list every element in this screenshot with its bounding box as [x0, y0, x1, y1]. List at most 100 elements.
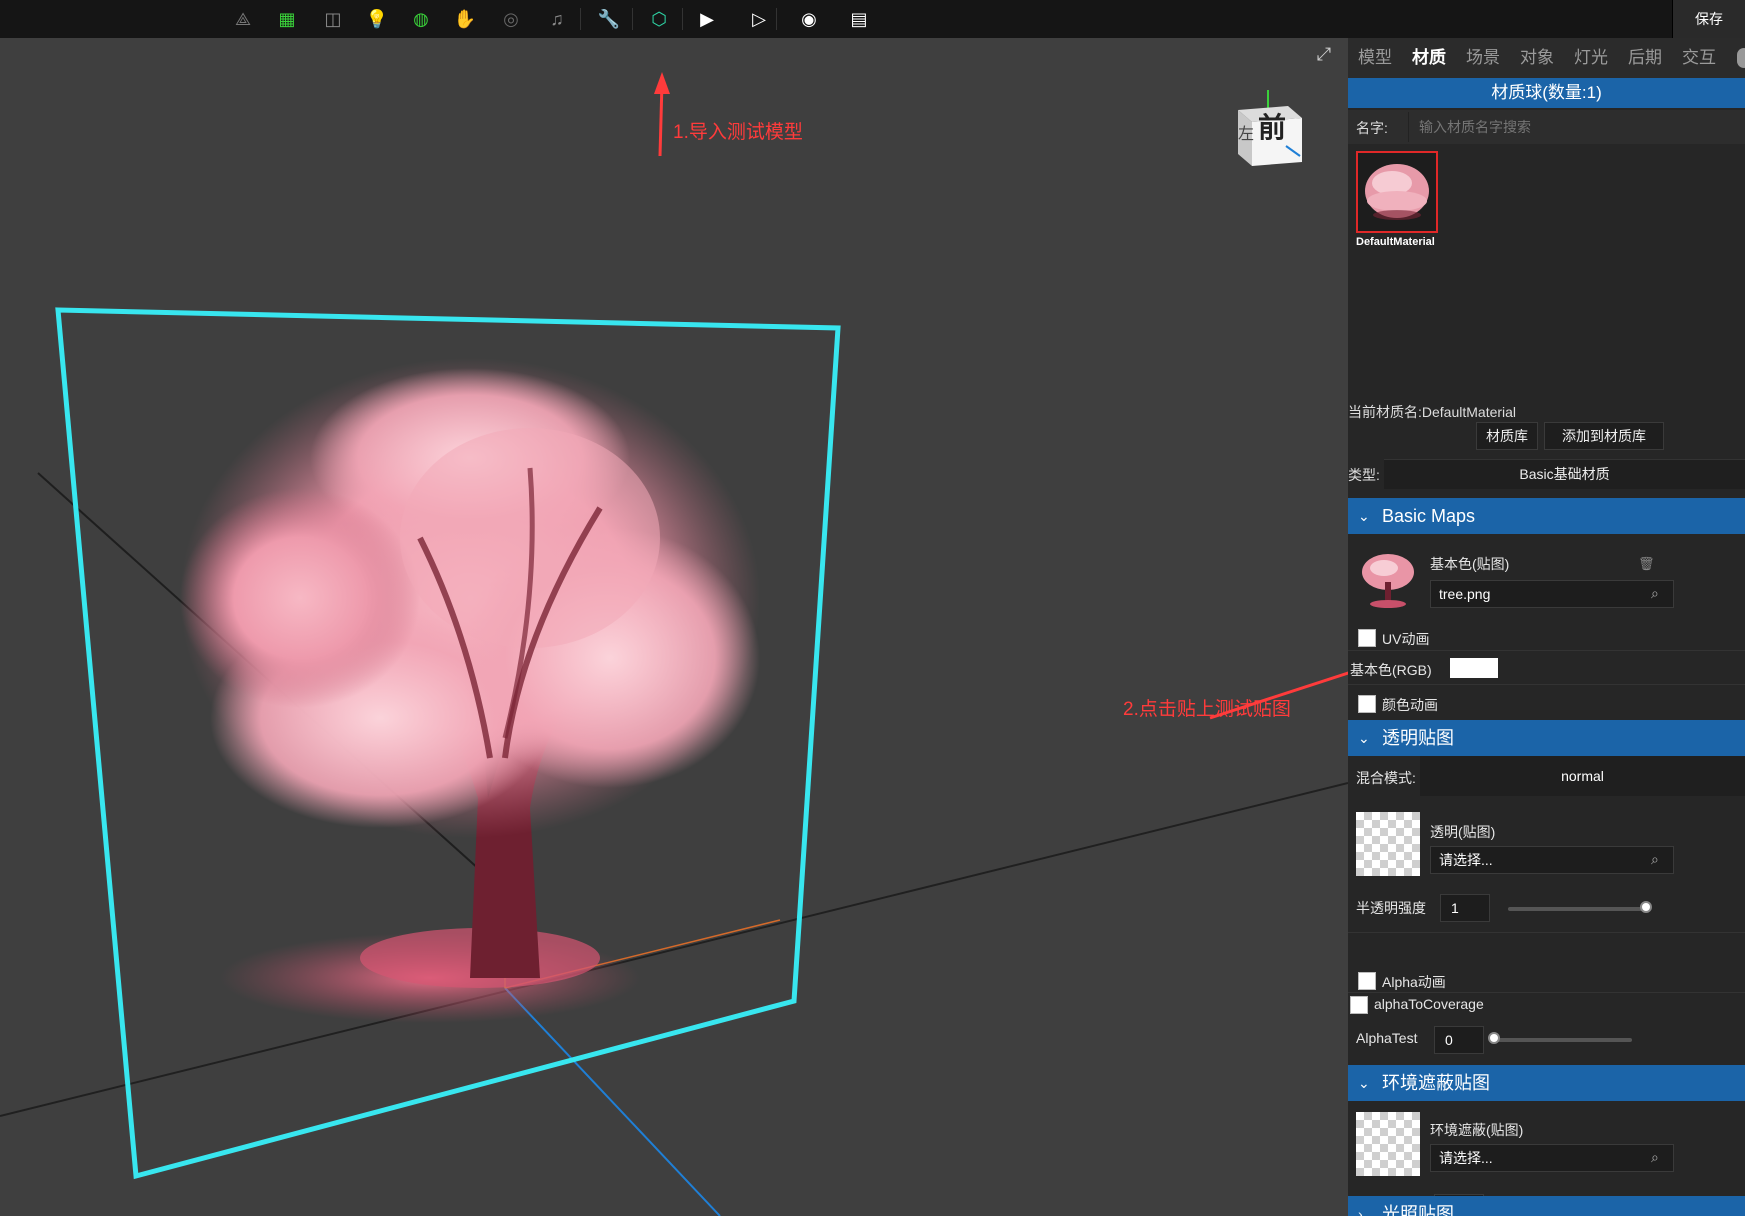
blend-mode-label: 混合模式:: [1356, 770, 1416, 786]
toolbar-separator: [580, 8, 581, 30]
type-label: 类型:: [1348, 467, 1380, 483]
search-icon[interactable]: ⌕: [1651, 852, 1665, 866]
chevron-down-icon: ⌄: [1358, 1075, 1370, 1091]
alpha-map-input[interactable]: 请选择... ⌕: [1430, 846, 1674, 874]
tab-5[interactable]: 后期: [1618, 38, 1672, 78]
toolbar-separator: [682, 8, 683, 30]
color-anim-checkbox[interactable]: [1358, 695, 1376, 713]
alpha-to-coverage-label: alphaToCoverage: [1374, 996, 1484, 1012]
toolbar-separator: [776, 8, 777, 30]
base-color-rgb-label: 基本色(RGB): [1350, 662, 1432, 678]
opacity-slider[interactable]: [1508, 907, 1646, 911]
3d-viewport[interactable]: 1.导入测试模型 2.点击贴上测试贴图 ⤢ 前 左: [0, 38, 1348, 1216]
alpha-test-slider[interactable]: [1494, 1038, 1632, 1042]
editor-app: ⟁ ▦ ◫ 💡 ◍ ✋ ◎ ♫ 🔧 ⬡ ▶ ▷ ◉ ▤ 保存 1.导入测试模型 …: [0, 0, 1745, 1216]
current-material-name: 当前材质名:DefaultMaterial: [1348, 404, 1517, 420]
tab-4[interactable]: 灯光: [1564, 38, 1618, 78]
scene-canvas[interactable]: [0, 38, 1348, 1216]
alpha-test-label: AlphaTest: [1356, 1030, 1418, 1046]
tab-6[interactable]: 交互: [1672, 38, 1726, 78]
alpha-anim-checkbox[interactable]: [1358, 972, 1376, 990]
basic-maps-header[interactable]: ⌄ Basic Maps: [1348, 498, 1745, 534]
light-map-header[interactable]: › 光照贴图: [1348, 1196, 1745, 1216]
transform-icon[interactable]: ⟁: [230, 6, 256, 32]
material-search-row: 名字:: [1348, 110, 1745, 144]
alpha-map-preview[interactable]: [1356, 812, 1420, 876]
tab-3[interactable]: 对象: [1510, 38, 1564, 78]
sphere-icon[interactable]: ◍: [408, 6, 434, 32]
top-toolbar: ⟁ ▦ ◫ 💡 ◍ ✋ ◎ ♫ 🔧 ⬡ ▶ ▷ ◉ ▤ 保存: [0, 0, 1745, 38]
search-icon[interactable]: ⌕: [1651, 586, 1665, 600]
ao-map-preview[interactable]: [1356, 1112, 1420, 1176]
basic-maps-title: Basic Maps: [1382, 506, 1476, 526]
ao-map-input[interactable]: 请选择... ⌕: [1430, 1144, 1674, 1172]
annotation-apply-texture: 2.点击贴上测试贴图: [1123, 699, 1291, 720]
tabs-scroll-handle[interactable]: [1737, 48, 1745, 68]
tab-0[interactable]: 模型: [1348, 38, 1402, 78]
material-type-row: 类型: Basic基础材质: [1348, 459, 1745, 489]
ao-map-header[interactable]: ⌄ 环境遮蔽贴图: [1348, 1065, 1745, 1101]
wrench-icon[interactable]: 🔧: [596, 6, 622, 32]
alpha-test-input[interactable]: 0: [1434, 1026, 1484, 1054]
alpha-test-slider-knob[interactable]: [1488, 1032, 1500, 1044]
music-icon[interactable]: ♫: [544, 6, 570, 32]
uv-anim-label: UV动画: [1382, 631, 1430, 647]
tab-2[interactable]: 场景: [1456, 38, 1510, 78]
base-color-map-label: 基本色(贴图): [1430, 556, 1510, 572]
box-icon[interactable]: ◫: [320, 6, 346, 32]
hand-icon[interactable]: ✋: [452, 6, 478, 32]
material-library-button[interactable]: 材质库: [1476, 422, 1538, 450]
opacity-slider-knob[interactable]: [1640, 901, 1652, 913]
toolbar-separator: [632, 8, 633, 30]
alpha-anim-label: Alpha动画: [1382, 974, 1446, 990]
film-play-icon[interactable]: ▶: [694, 6, 720, 32]
search-icon[interactable]: ⌕: [1651, 1150, 1665, 1164]
uv-anim-checkbox[interactable]: [1358, 629, 1376, 647]
name-label: 名字:: [1356, 120, 1388, 136]
ao-map-title: 环境遮蔽贴图: [1382, 1073, 1490, 1093]
view-cube-front-label: 前: [1258, 111, 1287, 144]
properties-panel: 模型材质场景对象灯光后期交互 材质球(数量:1) 名字: DefaultMate…: [1348, 38, 1745, 1216]
alpha-map-label: 透明(贴图): [1430, 824, 1496, 840]
video-camera-icon[interactable]: ▷: [746, 6, 772, 32]
material-thumbnail-label: DefaultMaterial: [1356, 236, 1435, 248]
camera-icon[interactable]: ◉: [796, 6, 822, 32]
base-color-map-preview[interactable]: [1356, 548, 1420, 612]
grid-line: [0, 782, 1348, 1117]
alpha-map-placeholder: 请选择...: [1439, 852, 1493, 868]
bulb-icon[interactable]: 💡: [364, 6, 390, 32]
tab-1[interactable]: 材质: [1402, 38, 1456, 78]
alpha-to-coverage-checkbox[interactable]: [1350, 996, 1368, 1014]
view-cube-side-label: 左: [1238, 124, 1255, 143]
clapper-icon[interactable]: ▤: [846, 6, 872, 32]
material-search-input[interactable]: [1408, 112, 1745, 142]
base-color-map-value: tree.png: [1439, 586, 1491, 602]
color-anim-label: 颜色动画: [1382, 697, 1438, 713]
panel-tabs: 模型 材质 场景 对象 灯光 后期 交互: [1348, 38, 1745, 78]
material-count-header: 材质球(数量:1): [1348, 78, 1745, 108]
base-color-swatch[interactable]: [1450, 658, 1498, 678]
opacity-input[interactable]: 1: [1440, 894, 1490, 922]
transparent-map-header[interactable]: ⌄ 透明贴图: [1348, 720, 1745, 756]
chevron-down-icon: ⌄: [1358, 730, 1370, 746]
light-map-title: 光照贴图: [1382, 1204, 1454, 1216]
chevron-right-icon: ›: [1358, 1206, 1363, 1216]
annotation-import-model: 1.导入测试模型: [673, 122, 803, 143]
add-to-library-button[interactable]: 添加到材质库: [1544, 422, 1664, 450]
z-axis-line: [504, 987, 721, 1216]
fullscreen-icon[interactable]: ⤢: [1314, 44, 1334, 64]
material-swatch-list: DefaultMaterial: [1348, 144, 1745, 394]
material-type-select[interactable]: Basic基础材质: [1384, 459, 1745, 489]
ao-map-placeholder: 请选择...: [1439, 1150, 1493, 1166]
chevron-down-icon: ⌄: [1358, 508, 1370, 524]
grid-icon[interactable]: ▦: [274, 6, 300, 32]
ao-map-label: 环境遮蔽(贴图): [1430, 1122, 1524, 1138]
globe-icon[interactable]: ◎: [498, 6, 524, 32]
base-color-map-input[interactable]: tree.png ⌕: [1430, 580, 1674, 608]
opacity-label: 半透明强度: [1356, 900, 1426, 916]
blend-mode-select[interactable]: normal: [1420, 756, 1745, 796]
material-thumbnail[interactable]: [1356, 151, 1438, 233]
trash-icon[interactable]: 🗑: [1638, 556, 1655, 572]
save-button[interactable]: 保存: [1672, 0, 1745, 38]
import-model-icon[interactable]: ⬡: [646, 6, 672, 32]
